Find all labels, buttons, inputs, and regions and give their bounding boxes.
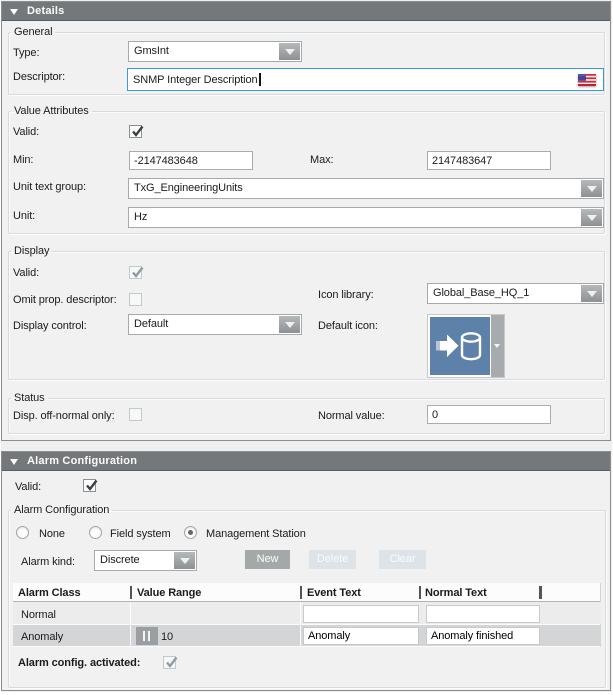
alarm-config-activated-label: Alarm config. activated: — [18, 656, 140, 671]
unit-combobox-value: Hz — [134, 208, 147, 227]
max-input[interactable] — [427, 151, 551, 170]
collapse-alarm-configuration-icon — [10, 459, 18, 465]
descriptor-label: Descriptor: — [13, 70, 65, 85]
alarm-configuration-group-label: Alarm Configuration — [11, 504, 112, 517]
general-group-label: General — [11, 26, 55, 39]
display-control-label: Display control: — [13, 319, 87, 334]
column-separator[interactable] — [300, 586, 302, 599]
descriptor-input-value: SNMP Integer Description — [133, 74, 258, 86]
max-label: Max: — [310, 153, 333, 168]
alarm-valid-checkbox[interactable] — [83, 479, 96, 492]
alarm-class-table: Alarm Class Value Range Event Text Norma… — [13, 583, 601, 647]
normal-value-input[interactable] — [427, 405, 551, 424]
valid-label: Valid: — [13, 125, 39, 140]
display-valid-label: Valid: — [13, 266, 39, 281]
value-range-operator-badge[interactable] — [136, 627, 158, 645]
text-caret — [259, 73, 261, 86]
alarm-kind-combobox-value: Discrete — [100, 551, 140, 570]
unit-combobox-arrow-icon[interactable] — [581, 209, 602, 226]
descriptor-input[interactable]: SNMP Integer Description — [127, 68, 604, 91]
normal-text-input-normal[interactable] — [426, 605, 540, 623]
display-valid-checkbox[interactable] — [129, 266, 142, 279]
display-control-combobox[interactable]: Default — [128, 314, 302, 335]
details-section-header[interactable]: Details — [2, 2, 610, 21]
status-group-label: Status — [11, 392, 48, 405]
row-column-separator — [300, 602, 301, 624]
display-control-combobox-value: Default — [134, 315, 168, 334]
details-section-title: Details — [27, 2, 64, 20]
radio-management-station[interactable] — [184, 526, 197, 539]
type-combobox-arrow-icon[interactable] — [279, 43, 300, 60]
column-separator[interactable] — [539, 586, 542, 599]
unit-text-group-combobox[interactable]: TxG_EngineeringUnits — [128, 178, 604, 199]
operator-bar — [148, 631, 150, 641]
radio-field-system-label: Field system — [110, 527, 171, 542]
display-control-combobox-arrow-icon[interactable] — [279, 316, 300, 333]
column-header-normal-text[interactable]: Normal Text — [425, 586, 487, 600]
omit-prop-descriptor-checkbox[interactable] — [129, 293, 142, 306]
alarm-kind-label: Alarm kind: — [21, 555, 75, 570]
alarm-configuration-section-header[interactable]: Alarm Configuration — [2, 452, 610, 471]
alarm-kind-combobox-arrow-icon[interactable] — [174, 552, 195, 569]
min-input[interactable] — [129, 151, 253, 170]
icon-library-combobox-value: Global_Base_HQ_1 — [433, 284, 529, 303]
column-header-event-text[interactable]: Event Text — [307, 586, 361, 600]
unit-text-group-combobox-arrow-icon[interactable] — [581, 180, 602, 197]
column-separator[interactable] — [419, 586, 421, 599]
unit-label: Unit: — [13, 209, 35, 224]
row-column-separator — [130, 625, 131, 646]
radio-none-label: None — [39, 527, 65, 542]
delete-button[interactable]: Delete — [309, 550, 356, 569]
alarm-config-activated-checkbox[interactable] — [163, 656, 176, 669]
default-icon-label: Default icon: — [318, 319, 378, 334]
normal-text-input-anomaly[interactable] — [426, 627, 540, 645]
collapse-details-icon — [10, 9, 18, 15]
new-button[interactable]: New — [245, 550, 290, 569]
alarm-class-cell: Normal — [21, 608, 56, 622]
column-header-value-range[interactable]: Value Range — [137, 586, 201, 600]
disp-off-normal-only-checkbox[interactable] — [129, 408, 142, 421]
table-row-normal[interactable]: Normal — [13, 602, 601, 624]
value-attributes-group-label: Value Attributes — [11, 105, 92, 118]
alarm-kind-combobox[interactable]: Discrete — [94, 550, 197, 571]
arrow-into-database-icon — [430, 317, 490, 375]
default-icon-dropdown-arrow-icon[interactable] — [491, 315, 504, 377]
normal-value-label: Normal value: — [318, 409, 385, 424]
row-column-separator — [130, 602, 131, 624]
alarm-configuration-section-title: Alarm Configuration — [27, 452, 137, 470]
unit-text-group-combobox-value: TxG_EngineeringUnits — [134, 179, 243, 198]
type-combobox-value: GmsInt — [134, 42, 169, 61]
value-range-cell: 10 — [161, 630, 173, 644]
table-row-anomaly[interactable]: Anomaly 10 — [13, 625, 601, 646]
disp-off-normal-only-label: Disp. off-normal only: — [13, 409, 115, 424]
radio-dot — [188, 530, 193, 535]
operator-bar — [143, 631, 145, 641]
icon-library-combobox-arrow-icon[interactable] — [581, 285, 602, 302]
type-label: Type: — [13, 46, 39, 61]
unit-text-group-label: Unit text group: — [13, 180, 86, 195]
unit-combobox[interactable]: Hz — [128, 207, 604, 228]
us-flag-icon — [578, 74, 596, 86]
property-panel: Details General Type: GmsInt Descriptor:… — [0, 0, 613, 695]
radio-management-station-label: Management Station — [206, 527, 306, 542]
alarm-class-cell: Anomaly — [21, 630, 63, 644]
type-combobox[interactable]: GmsInt — [128, 41, 302, 62]
icon-library-label: Icon library: — [318, 288, 374, 303]
icon-library-combobox[interactable]: Global_Base_HQ_1 — [427, 283, 604, 304]
clear-button[interactable]: Clear — [379, 550, 426, 569]
default-icon-button[interactable] — [427, 314, 505, 378]
row-column-separator — [300, 625, 301, 646]
radio-none[interactable] — [16, 526, 29, 539]
display-group: Display — [8, 245, 605, 380]
event-text-input-normal[interactable] — [303, 605, 419, 623]
omit-prop-descriptor-label: Omit prop. descriptor: — [13, 293, 117, 308]
valid-checkbox[interactable] — [129, 125, 142, 138]
event-text-input-anomaly[interactable] — [303, 627, 419, 645]
alarm-valid-label: Valid: — [15, 480, 41, 495]
display-group-label: Display — [11, 245, 52, 258]
radio-field-system[interactable] — [89, 526, 102, 539]
column-header-alarm-class[interactable]: Alarm Class — [18, 586, 81, 600]
column-separator[interactable] — [130, 586, 132, 599]
min-label: Min: — [13, 153, 33, 168]
